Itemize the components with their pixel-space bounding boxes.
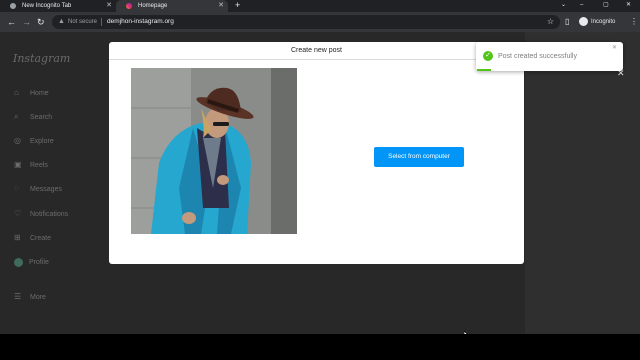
browser-toolbar: ← → ↻ ▲ Not secure demjhon-instagram.org… — [0, 12, 640, 32]
sidebar-item-label: Notifications — [30, 211, 69, 218]
side-panel-icon[interactable]: ▯ — [565, 12, 569, 32]
modal-title: Create new post — [109, 42, 524, 60]
sidebar-item-explore[interactable]: ◎ Explore — [14, 135, 54, 147]
close-window-button[interactable]: ✕ — [626, 0, 631, 10]
sidebar-item-more[interactable]: ☰ More — [14, 291, 46, 303]
tab-new-incognito[interactable]: New Incognito Tab ✕ — [0, 0, 116, 12]
heart-icon: ♡ — [14, 209, 22, 218]
security-status: Not secure — [68, 19, 98, 25]
sidebar-item-label: Reels — [30, 162, 48, 169]
maximize-button[interactable]: ▢ — [603, 0, 609, 10]
check-circle-icon: ✓ — [483, 51, 493, 61]
select-from-computer-button[interactable]: Select from computer — [374, 147, 464, 167]
sidebar-item-label: Explore — [30, 138, 54, 145]
profile-label: Incognito — [591, 19, 616, 25]
browser-window: New Incognito Tab ✕ Homepage ✕ + ⌄ – ▢ ✕… — [0, 0, 640, 334]
sidebar-item-label: Home — [30, 90, 49, 97]
bookmark-star-icon[interactable]: ☆ — [547, 15, 554, 29]
tab-title: Homepage — [138, 3, 168, 9]
search-icon: ⌕ — [14, 112, 19, 121]
instagram-favicon-icon — [126, 3, 132, 9]
warning-icon: ▲ — [58, 18, 65, 25]
incognito-profile-button[interactable]: Incognito — [579, 12, 615, 32]
post-image-preview — [131, 68, 297, 234]
toast-close-icon[interactable]: ✕ — [612, 44, 617, 51]
reels-icon: ▣ — [14, 160, 22, 169]
url-text[interactable]: demjhon-instagram.org — [107, 15, 174, 29]
kebab-menu-icon[interactable]: ⋮ — [630, 12, 638, 32]
minimize-button[interactable]: – — [580, 0, 583, 10]
toast-message: Post created successfully — [498, 53, 577, 60]
tab-title: New Incognito Tab — [22, 3, 72, 9]
reload-button[interactable]: ↻ — [37, 12, 45, 32]
messenger-icon: ◌ — [14, 184, 19, 193]
new-tab-button[interactable]: + — [235, 0, 240, 11]
tab-search-icon[interactable]: ⌄ — [561, 0, 566, 10]
compass-icon: ◎ — [14, 136, 21, 145]
sidebar-item-reels[interactable]: ▣ Reels — [14, 159, 48, 171]
black-bottom-bar — [0, 334, 640, 360]
sidebar-item-profile[interactable]: Profile — [14, 257, 49, 269]
tab-strip: New Incognito Tab ✕ Homepage ✕ + ⌄ – ▢ ✕ — [0, 0, 640, 12]
home-icon: ⌂ — [14, 88, 19, 97]
incognito-favicon-icon — [10, 3, 16, 9]
hamburger-menu-icon: ☰ — [14, 292, 22, 301]
plus-square-icon: ⊞ — [14, 233, 21, 242]
tab-close-icon[interactable]: ✕ — [106, 0, 112, 12]
sidebar-item-messages[interactable]: ◌ Messages — [14, 183, 62, 195]
instagram-logo[interactable]: Instagram — [13, 52, 70, 65]
avatar-icon — [14, 257, 23, 267]
man-in-hat-photo — [131, 68, 297, 234]
sidebar-item-label: More — [30, 294, 46, 301]
page-content: Instagram ⌂ Home ⌕ Search ◎ Explore ▣ Reels … — [0, 32, 640, 334]
sidebar-item-home[interactable]: ⌂ Home — [14, 87, 49, 99]
sidebar-item-notifications[interactable]: ♡ Notifications — [14, 208, 68, 220]
sidebar-item-create[interactable]: ⊞ Create — [14, 232, 51, 244]
sidebar-item-label: Search — [30, 114, 53, 121]
address-bar[interactable]: ▲ Not secure demjhon-instagram.org ☆ — [52, 15, 560, 29]
toast-progress-bar — [477, 69, 491, 71]
sidebar-item-search[interactable]: ⌕ Search — [14, 111, 52, 123]
incognito-icon — [579, 16, 588, 26]
tab-homepage[interactable]: Homepage ✕ — [116, 0, 228, 12]
sidebar: Instagram ⌂ Home ⌕ Search ◎ Explore ▣ Reels … — [0, 32, 108, 334]
back-button[interactable]: ← — [7, 12, 16, 32]
sidebar-item-label: Create — [30, 235, 52, 242]
tab-close-icon[interactable]: ✕ — [218, 0, 224, 12]
divider — [101, 18, 102, 26]
sidebar-item-label: Messages — [30, 186, 62, 193]
forward-button[interactable]: → — [22, 12, 31, 32]
sidebar-item-label: Profile — [29, 259, 49, 266]
success-toast: ✓ Post created successfully ✕ — [476, 42, 623, 71]
create-post-modal: Create new post Select from computer — [109, 42, 524, 264]
